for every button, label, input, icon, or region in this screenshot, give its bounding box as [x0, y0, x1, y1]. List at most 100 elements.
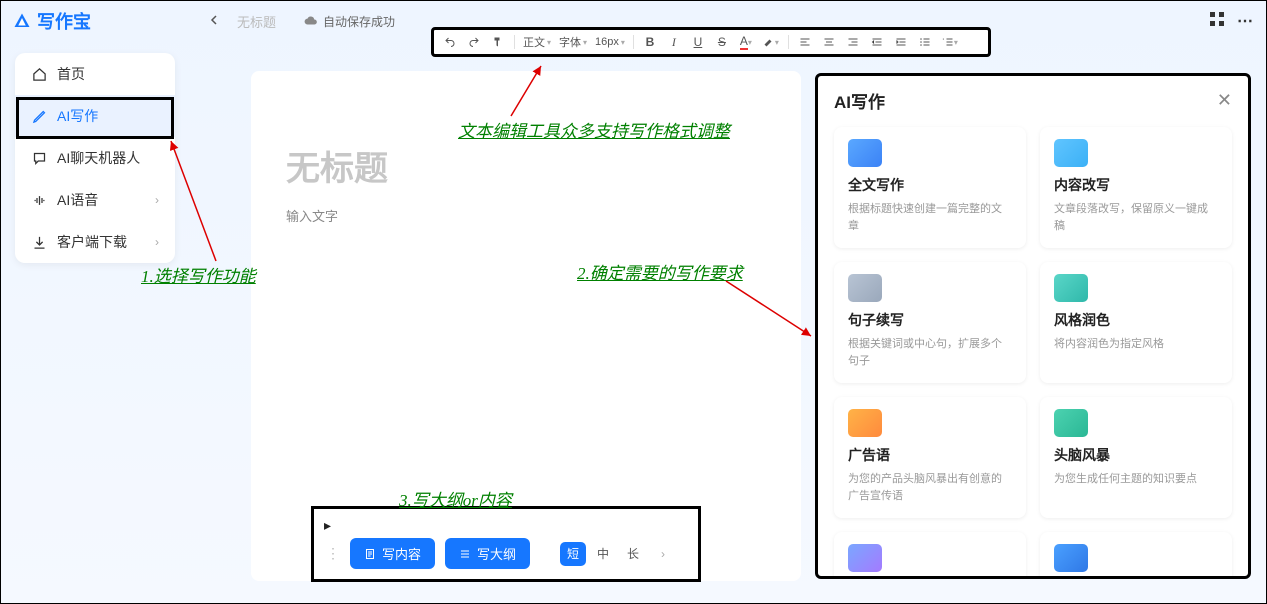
drag-handle[interactable]: ⋮ [326, 545, 340, 562]
card-desc: 将内容润色为指定风格 [1054, 336, 1218, 353]
ai-card-3[interactable]: 风格润色 将内容润色为指定风格 [1040, 262, 1232, 383]
ai-panel-title: AI写作 [834, 88, 885, 113]
italic-button[interactable]: I [664, 32, 684, 52]
paragraph-select[interactable]: 正文▾ [521, 34, 553, 50]
format-paint-button[interactable] [488, 32, 508, 52]
ai-card-0[interactable]: 全文写作 根据标题快速创建一篇完整的文章 [834, 127, 1026, 248]
card-desc: 根据标题快速创建一篇完整的文章 [848, 201, 1012, 234]
card-icon [1054, 409, 1088, 437]
sidebar-item-ai-voice[interactable]: AI语音 › [15, 179, 175, 221]
write-outline-button[interactable]: 写大纲 [445, 538, 530, 569]
sidebar-item-download[interactable]: 客户端下载 › [15, 221, 175, 263]
redo-button[interactable] [464, 32, 484, 52]
length-selector: 短 中 长 › [560, 542, 676, 566]
doc-icon [364, 548, 376, 560]
sidebar-item-home[interactable]: 首页 [15, 53, 175, 95]
back-button[interactable] [201, 8, 227, 34]
grid-icon [1209, 11, 1225, 27]
card-icon [848, 409, 882, 437]
sidebar-item-label: AI写作 [57, 106, 98, 126]
chevron-right-icon: › [155, 193, 159, 207]
align-center-button[interactable] [819, 32, 839, 52]
bottom-action-bar: ▸ ⋮ 写内容 写大纲 短 中 长 › [311, 506, 701, 582]
sidebar-item-ai-writing[interactable]: AI写作 [15, 95, 175, 137]
write-content-button[interactable]: 写内容 [350, 538, 435, 569]
align-right-button[interactable] [843, 32, 863, 52]
card-title: 风格润色 [1054, 310, 1218, 330]
card-title: 全文写作 [848, 175, 1012, 195]
app-name: 写作宝 [37, 8, 91, 34]
ai-card-2[interactable]: 句子续写 根据关键词或中心句，扩展多个句子 [834, 262, 1026, 383]
sidebar-item-ai-chatbot[interactable]: AI聊天机器人 [15, 137, 175, 179]
chat-icon [31, 150, 47, 166]
title-input[interactable]: 无标题 [286, 141, 766, 190]
body-input[interactable]: 输入文字 [286, 206, 766, 225]
list-ol-button[interactable]: 1▾ [939, 32, 961, 52]
font-select[interactable]: 字体▾ [557, 34, 589, 50]
length-short[interactable]: 短 [560, 542, 586, 566]
svg-text:1: 1 [942, 37, 944, 41]
card-icon [848, 274, 882, 302]
undo-button[interactable] [440, 32, 460, 52]
ai-card-4[interactable]: 广告语 为您的产品头脑风暴出有创意的广告宣传语 [834, 397, 1026, 518]
paint-icon [492, 36, 504, 48]
close-button[interactable]: ✕ [1217, 90, 1232, 111]
ai-writing-panel: AI写作 ✕ 全文写作 根据标题快速创建一篇完整的文章 内容改写 文章段落改写，… [815, 73, 1251, 579]
logo-icon [13, 12, 31, 30]
text-color-button[interactable]: A▾ [736, 32, 756, 52]
align-left-button[interactable] [795, 32, 815, 52]
app-grid-button[interactable] [1209, 11, 1225, 32]
sidebar-item-label: AI聊天机器人 [57, 148, 140, 168]
cloud-icon [304, 14, 318, 28]
app-logo: 写作宝 [13, 8, 91, 34]
sidebar-item-label: 客户端下载 [57, 232, 127, 252]
annotation-1: 1.选择写作功能 [141, 262, 256, 287]
editor[interactable]: 无标题 输入文字 [251, 71, 801, 581]
length-long[interactable]: 长 [620, 542, 646, 566]
card-title: 句子续写 [848, 310, 1012, 330]
format-toolbar: 正文▾ 字体▾ 16px▾ B I U S A▾ ▾ 1▾ [431, 27, 991, 57]
more-button[interactable]: ⋯ [1237, 11, 1254, 31]
card-desc: 根据关键词或中心句，扩展多个句子 [848, 336, 1012, 369]
sidebar-item-label: 首页 [57, 64, 85, 84]
card-icon [1054, 544, 1088, 572]
card-title: 广告语 [848, 445, 1012, 465]
document-name: 无标题 [237, 12, 276, 31]
card-icon [1054, 274, 1088, 302]
bold-button[interactable]: B [640, 32, 660, 52]
redo-icon [468, 36, 480, 48]
undo-icon [444, 36, 456, 48]
play-icon: ▸ [324, 517, 694, 534]
card-desc: 为您的产品头脑风暴出有创意的广告宣传语 [848, 471, 1012, 504]
outdent-button[interactable] [867, 32, 887, 52]
card-icon [1054, 139, 1088, 167]
card-icon [848, 139, 882, 167]
download-icon [31, 234, 47, 250]
highlight-icon [763, 36, 775, 48]
ai-card-1[interactable]: 内容改写 文章段落改写，保留原义一键成稿 [1040, 127, 1232, 248]
card-title: 头脑风暴 [1054, 445, 1218, 465]
audio-icon [31, 192, 47, 208]
indent-button[interactable] [891, 32, 911, 52]
length-medium[interactable]: 中 [590, 542, 616, 566]
strike-button[interactable]: S [712, 32, 732, 52]
ai-card-5[interactable]: 头脑风暴 为您生成任何主题的知识要点 [1040, 397, 1232, 518]
card-desc: 为您生成任何主题的知识要点 [1054, 471, 1218, 488]
length-next[interactable]: › [650, 542, 676, 566]
underline-button[interactable]: U [688, 32, 708, 52]
autosave-status: 自动保存成功 [304, 13, 395, 30]
sidebar: 首页 AI写作 AI聊天机器人 AI语音 › 客户端下载 › [15, 53, 175, 263]
fontsize-select[interactable]: 16px▾ [593, 36, 627, 48]
home-icon [31, 66, 47, 82]
list-ul-button[interactable] [915, 32, 935, 52]
chevron-right-icon: › [155, 235, 159, 249]
card-icon [848, 544, 882, 572]
pencil-icon [31, 108, 47, 124]
card-desc: 文章段落改写，保留原义一键成稿 [1054, 201, 1218, 234]
list-icon [459, 548, 471, 560]
ai-card-7[interactable] [1040, 532, 1232, 579]
ai-card-6[interactable] [834, 532, 1026, 579]
highlight-button[interactable]: ▾ [760, 32, 782, 52]
chevron-left-icon [209, 15, 219, 25]
sidebar-item-label: AI语音 [57, 190, 98, 210]
